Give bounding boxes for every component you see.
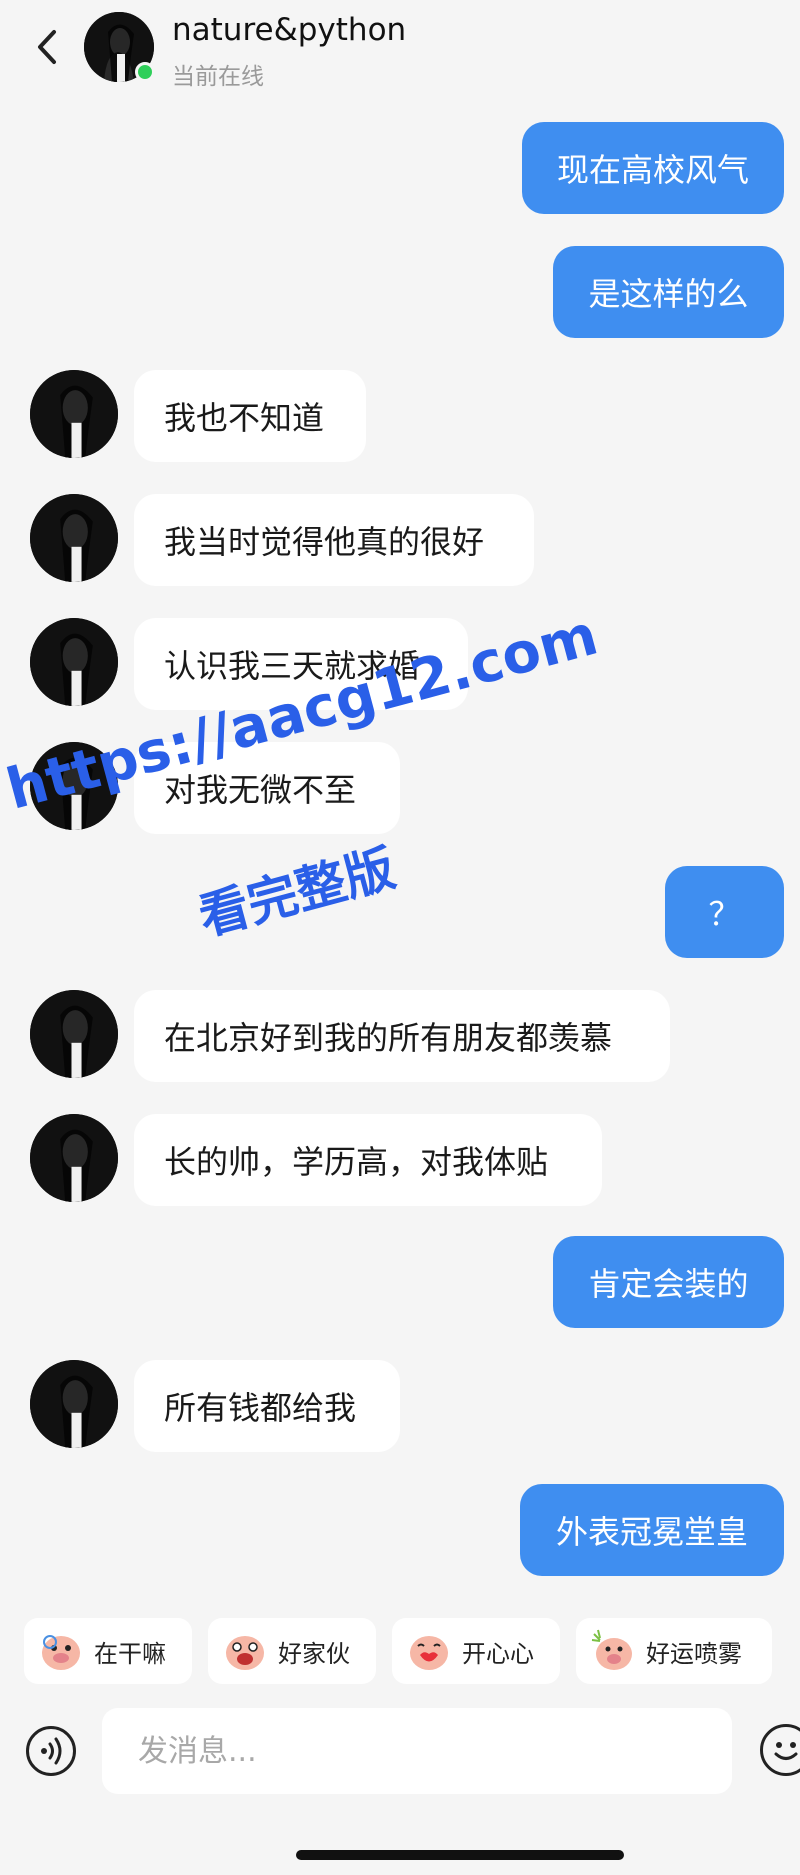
smiley-icon [774,1742,798,1760]
home-indicator[interactable] [296,1850,624,1860]
quick-reply-item[interactable]: 好家伙 [208,1618,376,1684]
sender-avatar[interactable] [30,370,118,458]
sender-avatar[interactable] [30,1360,118,1448]
received-message[interactable]: 我当时觉得他真的很好 [134,494,534,586]
sender-avatar[interactable] [30,494,118,582]
quick-reply-label: 好家伙 [278,1639,350,1668]
sender-avatar[interactable] [30,618,118,706]
sent-message[interactable]: 外表冠冕堂皇 [520,1484,784,1576]
received-message[interactable]: 长的帅，学历高，对我体贴 [134,1114,602,1206]
received-message[interactable]: 在北京好到我的所有朋友都羡慕 [134,990,670,1082]
sender-avatar[interactable] [30,990,118,1078]
sent-message[interactable]: 是这样的么 [553,246,784,338]
sound-wave-icon [41,1737,62,1765]
pig-emoji-icon [406,1628,452,1674]
sent-message[interactable]: 肯定会装的 [553,1236,784,1328]
message-list: 现在高校风气 是这样的么 我也不知道 我当时觉得他真的很好 认识我三天就求婚 对… [0,0,800,1600]
message-input[interactable] [102,1708,732,1794]
voice-input-button[interactable] [26,1726,76,1776]
emoji-button[interactable] [760,1724,800,1776]
pig-emoji-icon [590,1628,636,1674]
quick-reply-item[interactable]: 好运喷雾 [576,1618,772,1684]
quick-reply-label: 好运喷雾 [646,1639,742,1668]
pig-emoji-icon [222,1628,268,1674]
received-message[interactable]: 我也不知道 [134,370,366,462]
composer-area: 在干嘛 好家伙 开心心 好运喷雾 [0,1598,800,1875]
quick-reply-label: 在干嘛 [94,1639,166,1668]
received-message[interactable]: 所有钱都给我 [134,1360,400,1452]
quick-reply-row: 在干嘛 好家伙 开心心 好运喷雾 [0,1618,800,1688]
sender-avatar[interactable] [30,1114,118,1202]
sent-message[interactable]: 现在高校风气 [522,122,784,214]
quick-reply-item[interactable]: 在干嘛 [24,1618,192,1684]
quick-reply-item[interactable]: 开心心 [392,1618,560,1684]
quick-reply-label: 开心心 [462,1639,534,1668]
pig-emoji-icon [38,1628,84,1674]
sent-message[interactable]: ？ [665,866,784,958]
